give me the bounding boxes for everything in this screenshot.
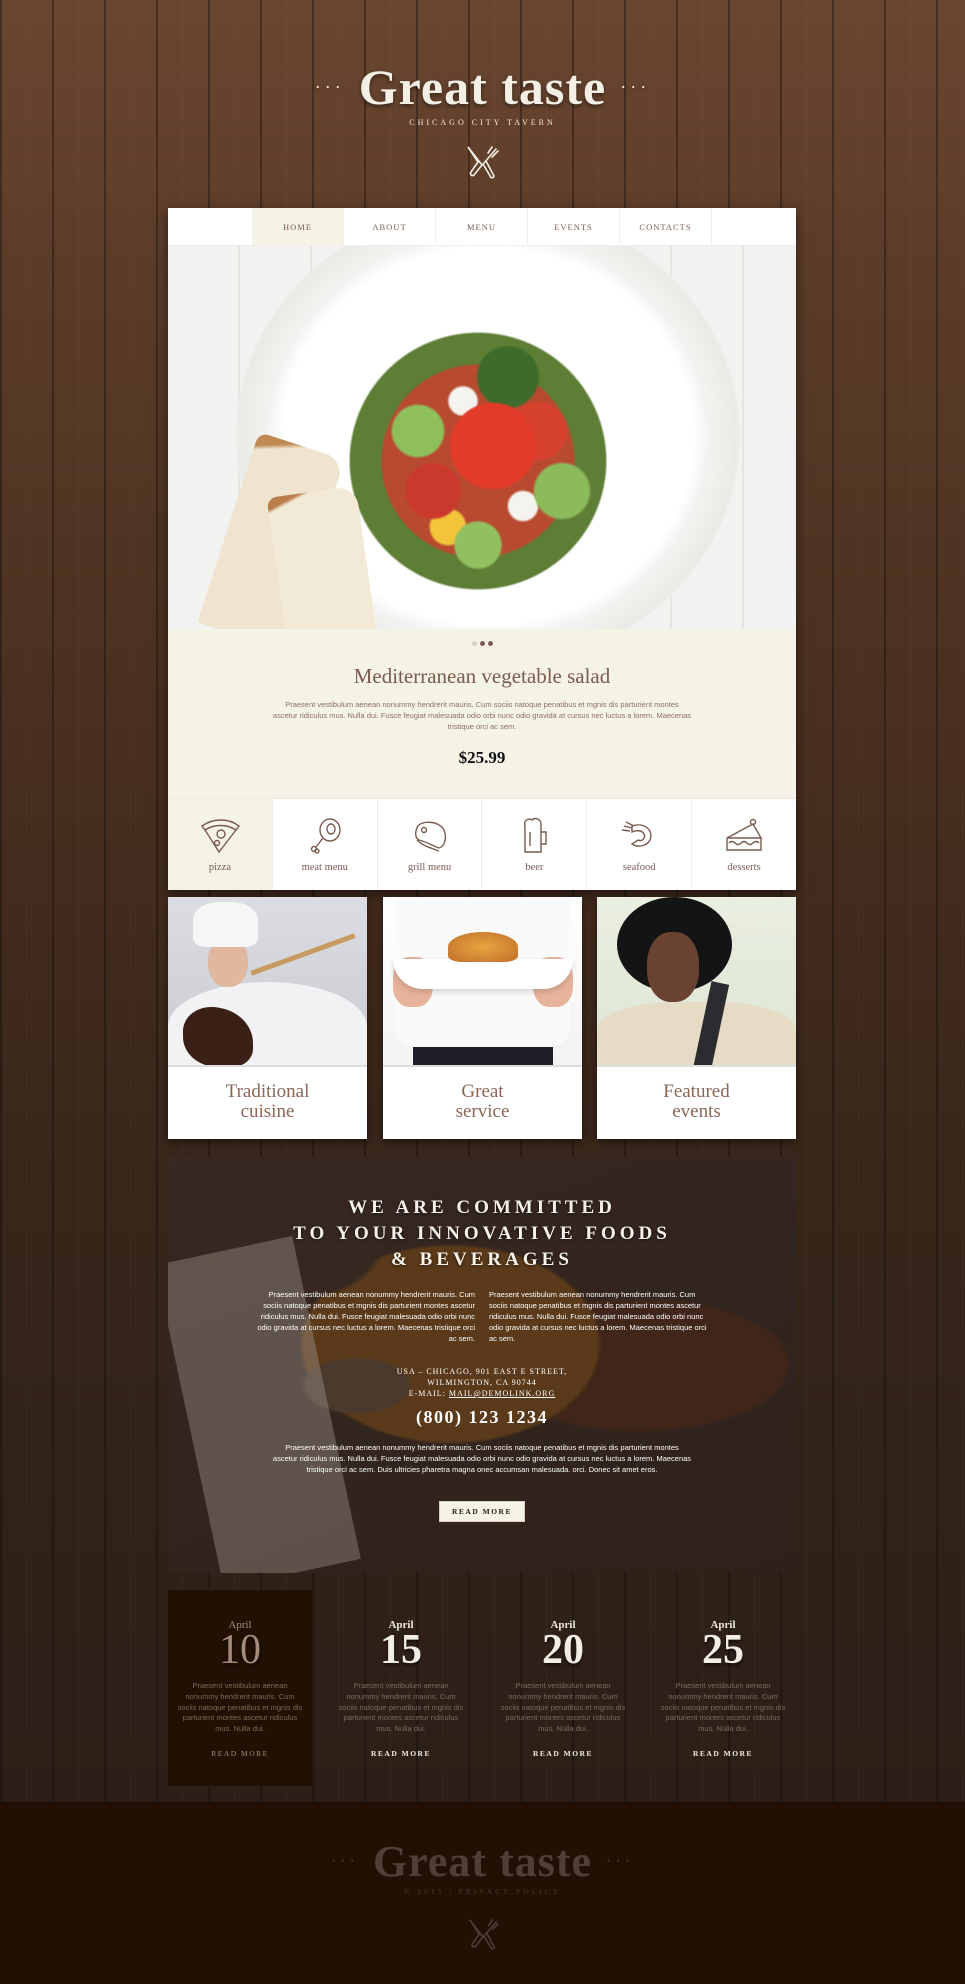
shrimp-icon <box>622 821 652 847</box>
slider-pagination <box>168 641 796 646</box>
event-read-more-link[interactable]: READ MORE <box>168 1749 312 1758</box>
read-more-button[interactable]: READ MORE <box>439 1501 525 1522</box>
feature-card-great-service[interactable]: Great service <box>383 897 582 1139</box>
feature-card-title: Great service <box>455 1081 510 1122</box>
logo-dots-right: ··· <box>620 76 651 97</box>
event-text: Praesent vestibulum aenean nonummy hendr… <box>500 1681 626 1734</box>
category-seafood[interactable]: seafood <box>587 799 693 890</box>
event-item: April 25 Praesent vestibulum aenean nonu… <box>651 1590 795 1786</box>
category-bar: pizza meat menu grill menu beer seafood … <box>168 798 796 890</box>
category-label: beer <box>525 862 544 873</box>
event-text: Praesent vestibulum aenean nonummy hendr… <box>177 1681 303 1734</box>
meat-leg-icon <box>310 818 341 854</box>
slider-dot-3[interactable] <box>487 641 493 646</box>
committed-title: WE ARE COMMITTED TO YOUR INNOVATIVE FOOD… <box>293 1197 671 1270</box>
site-footer: ··· Great taste ··· © 2015 | PRIVACY POL… <box>0 1836 965 1896</box>
main-panel: HOME ABOUT MENU EVENTS CONTACTS Mediterr… <box>168 208 796 890</box>
footer-logo-dots-right: ··· <box>606 1852 635 1870</box>
feature-card-featured-events[interactable]: Featured events <box>597 897 796 1139</box>
copyright-text: © 2015 <box>403 1887 445 1896</box>
category-meat-menu[interactable]: meat menu <box>273 799 378 890</box>
category-label: desserts <box>727 862 761 873</box>
dish-price: $25.99 <box>458 748 506 767</box>
event-read-more-link[interactable]: READ MORE <box>329 1749 473 1758</box>
main-nav: HOME ABOUT MENU EVENTS CONTACTS <box>168 208 796 246</box>
salad-shape <box>328 311 628 611</box>
category-label: meat menu <box>301 862 348 873</box>
event-text: Praesent vestibulum aenean nonummy hendr… <box>660 1681 786 1734</box>
site-logo[interactable]: ··· Great taste ··· <box>315 58 650 116</box>
address-block: USA – CHICAGO, 901 EAST E STREET, WILMIN… <box>396 1367 568 1398</box>
beer-mug-icon <box>524 817 548 853</box>
logo-text: Great taste <box>358 59 607 115</box>
site-header: ··· Great taste ··· CHICAGO CITY TAVERN <box>0 58 965 127</box>
committed-text-right: Praesent vestibulum aenean nonummy hendr… <box>489 1290 707 1343</box>
event-day: 25 <box>702 1627 744 1673</box>
nav-home[interactable]: HOME <box>252 208 344 245</box>
event-read-more-link[interactable]: READ MORE <box>491 1749 635 1758</box>
singer-photo <box>597 897 796 1067</box>
event-day: 10 <box>219 1627 261 1673</box>
footer-copyright: © 2015 | PRIVACY POLICY <box>0 1887 965 1896</box>
phone-number: (800) 123 1234 <box>416 1407 548 1427</box>
privacy-policy-link[interactable]: PRIVACY POLICY <box>459 1887 562 1896</box>
event-item: April 15 Praesent vestibulum aenean nonu… <box>329 1590 473 1786</box>
event-day: 15 <box>380 1627 422 1673</box>
committed-text-left: Praesent vestibulum aenean nonummy hendr… <box>257 1290 475 1343</box>
nav-about[interactable]: ABOUT <box>344 208 436 245</box>
feature-card-title: Featured events <box>663 1081 730 1122</box>
chef-photo <box>168 897 367 1067</box>
committed-paragraph: Praesent vestibulum aenean nonummy hendr… <box>272 1443 692 1474</box>
event-text: Praesent vestibulum aenean nonummy hendr… <box>338 1681 464 1734</box>
utensils-icon <box>469 1919 499 1950</box>
nav-contacts[interactable]: CONTACTS <box>620 208 712 245</box>
event-item: April 10 Praesent vestibulum aenean nonu… <box>168 1590 312 1786</box>
committed-section: WE ARE COMMITTED TO YOUR INNOVATIVE FOOD… <box>168 1157 796 1573</box>
footer-logo-dots-left: ··· <box>330 1852 359 1870</box>
slide-caption: Mediterranean vegetable salad Praesent v… <box>168 629 796 798</box>
slider-dot-1[interactable] <box>471 641 477 646</box>
feature-card-traditional-cuisine[interactable]: Traditional cuisine <box>168 897 367 1139</box>
feature-card-title: Traditional cuisine <box>225 1081 310 1122</box>
pizza-icon <box>200 819 240 854</box>
hero-image-salad <box>168 246 796 629</box>
footer-logo[interactable]: ··· Great taste ··· <box>331 1836 634 1887</box>
dish-title: Mediterranean vegetable salad <box>353 664 611 688</box>
email-link[interactable]: MAIL@DEMOLINK.ORG <box>449 1389 555 1398</box>
steak-icon <box>414 821 446 852</box>
footer-separator: | <box>449 1887 454 1896</box>
event-day: 20 <box>542 1627 584 1673</box>
category-label: grill menu <box>407 862 452 873</box>
nav-menu[interactable]: MENU <box>436 208 528 245</box>
footer-logo-text: Great taste <box>372 1837 593 1886</box>
waiter-photo <box>383 897 582 1067</box>
nav-events[interactable]: EVENTS <box>528 208 620 245</box>
utensils-icon <box>467 146 499 179</box>
category-beer[interactable]: beer <box>482 799 588 890</box>
logo-dots-left: ··· <box>314 76 345 97</box>
category-label: seafood <box>622 862 656 873</box>
category-desserts[interactable]: desserts <box>692 799 796 890</box>
category-label: pizza <box>208 862 231 873</box>
slider-dot-2[interactable] <box>479 641 485 646</box>
event-item: April 20 Praesent vestibulum aenean nonu… <box>491 1590 635 1786</box>
cake-slice-icon <box>726 818 763 851</box>
event-read-more-link[interactable]: READ MORE <box>651 1749 795 1758</box>
dish-description: Praesent vestibulum aenean nonummy hendr… <box>272 700 692 731</box>
category-grill-menu[interactable]: grill menu <box>378 799 483 890</box>
category-pizza[interactable]: pizza <box>168 799 273 890</box>
tagline: CHICAGO CITY TAVERN <box>409 118 556 127</box>
